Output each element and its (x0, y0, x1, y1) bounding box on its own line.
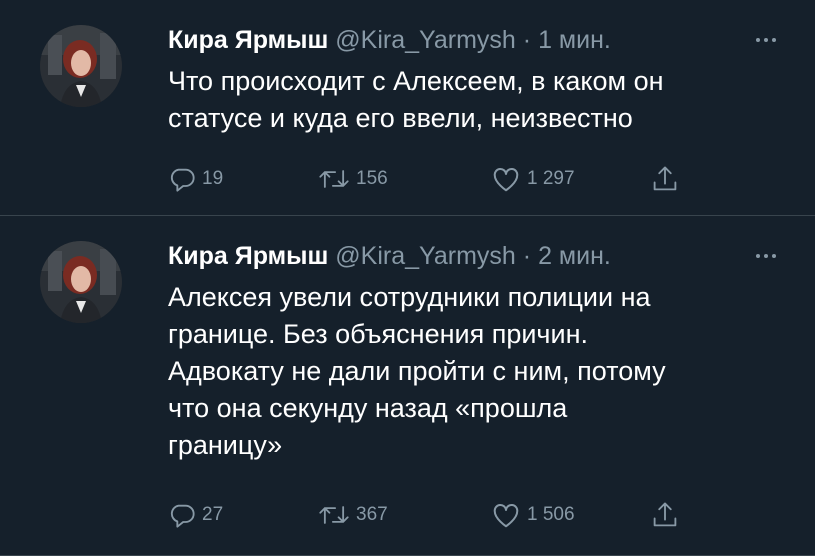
separator-dot: · (522, 242, 532, 270)
tweet-header: Кира Ярмыш @Kira_Yarmysh · 1 мин. (168, 22, 795, 58)
tweet-actions: 19 156 1 297 (168, 164, 785, 194)
like-button[interactable]: 1 297 (491, 164, 575, 194)
author-handle[interactable]: @Kira_Yarmysh (335, 26, 516, 54)
author-name[interactable]: Кира Ярмыш (168, 242, 328, 270)
tweet-actions: 27 367 1 506 (168, 500, 785, 530)
tweet-feed: Кира Ярмыш @Kira_Yarmysh · 1 мин. Что пр… (0, 0, 815, 556)
reply-count: 19 (202, 168, 224, 189)
like-count: 1 297 (527, 168, 575, 189)
more-options-icon[interactable] (751, 22, 781, 58)
like-button[interactable]: 1 506 (491, 500, 575, 530)
tweet[interactable]: Кира Ярмыш @Kira_Yarmysh · 1 мин. Что пр… (0, 0, 815, 216)
author-name[interactable]: Кира Ярмыш (168, 26, 328, 54)
retweet-button[interactable]: 367 (318, 500, 388, 530)
heart-icon (493, 167, 519, 192)
retweet-button[interactable]: 156 (318, 164, 388, 194)
separator-dot: · (522, 26, 532, 54)
reply-icon (170, 168, 195, 192)
reply-button[interactable]: 27 (168, 500, 223, 530)
retweet-count: 156 (356, 168, 388, 189)
share-button[interactable] (651, 164, 679, 194)
avatar[interactable] (40, 25, 122, 107)
avatar[interactable] (40, 241, 122, 323)
tweet-header: Кира Ярмыш @Kira_Yarmysh · 2 мин. (168, 238, 795, 274)
share-icon (653, 166, 677, 191)
tweet[interactable]: Кира Ярмыш @Kira_Yarmysh · 2 мин. Алексе… (0, 216, 815, 556)
retweet-icon (319, 506, 349, 524)
reply-button[interactable]: 19 (168, 164, 223, 194)
tweet-text: Что происходит с Алексеем, в каком он ст… (168, 66, 664, 133)
tweet-timestamp[interactable]: 2 мин. (538, 242, 611, 270)
avatar-photo (40, 25, 122, 107)
share-icon (653, 502, 677, 527)
share-button[interactable] (651, 500, 679, 530)
tweet-text: Алексея увели сотрудники полиции на гран… (168, 282, 666, 460)
retweet-count: 367 (356, 504, 388, 525)
reply-count: 27 (202, 504, 224, 525)
heart-icon (493, 503, 519, 528)
retweet-icon (319, 170, 349, 188)
more-options-icon[interactable] (751, 238, 781, 274)
like-count: 1 506 (527, 504, 575, 525)
avatar-photo (40, 241, 122, 323)
reply-icon (170, 504, 195, 528)
tweet-timestamp[interactable]: 1 мин. (538, 26, 611, 54)
author-handle[interactable]: @Kira_Yarmysh (335, 242, 516, 270)
